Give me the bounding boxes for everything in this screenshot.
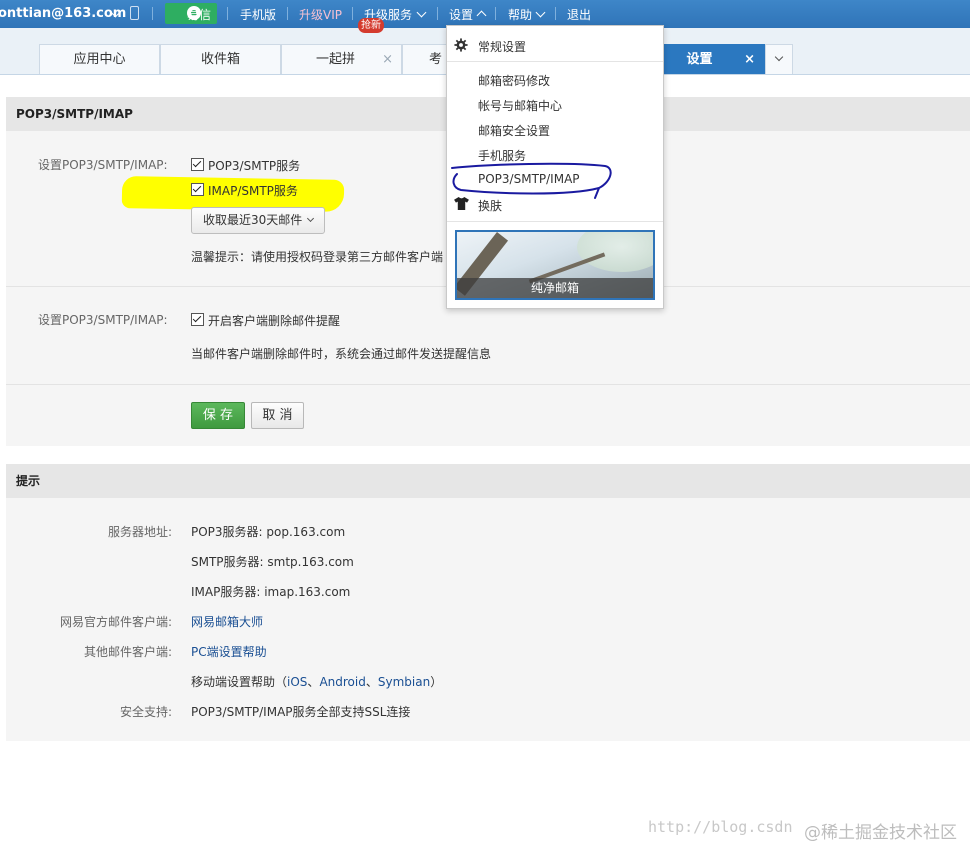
menu-item-general-settings[interactable]: 常规设置: [478, 38, 526, 55]
menu-item-password[interactable]: 邮箱密码修改: [478, 72, 550, 89]
pc-setup-help-link[interactable]: PC端设置帮助: [191, 643, 267, 660]
delete-notify-label: 开启客户端删除邮件提醒: [208, 314, 341, 328]
tips-panel: 提示: [6, 464, 970, 741]
symbian-help-link[interactable]: Symbian: [378, 675, 430, 689]
imap-server: IMAP服务器: imap.163.com: [191, 585, 351, 599]
tab-app-center[interactable]: 应用中心: [39, 44, 160, 74]
pop3-option-label: POP3/SMTP服务: [208, 159, 301, 173]
blog-watermark: http://blog.csdn: [648, 818, 793, 836]
tab-label: 考: [429, 52, 443, 67]
yixin-button[interactable]: 易信: [165, 3, 217, 24]
pop3-checkbox[interactable]: [191, 158, 204, 171]
top-bar: onttian@163.com 易信 手机版 升级VIP 升级服务 设置 帮助 …: [0, 0, 970, 28]
separator: [437, 7, 438, 20]
separator: [152, 7, 153, 20]
fetch-range-value: 收取最近30天邮件: [203, 213, 303, 227]
list-separator: 、: [365, 675, 378, 689]
setting-label: 设置POP3/SMTP/IMAP:: [38, 158, 168, 172]
menu-divider: [447, 61, 663, 62]
delete-notify-description: 当邮件客户端删除邮件时，系统会通过邮件发送提醒信息: [191, 347, 492, 361]
skin-caption: 纯净邮箱: [457, 278, 653, 298]
tab-label: 收件箱: [200, 52, 240, 67]
close-icon[interactable]: ×: [744, 45, 755, 75]
mobile-version-link[interactable]: 手机版: [240, 6, 276, 23]
other-client-label: 其他邮件客户端:: [84, 645, 173, 659]
separator: [227, 7, 228, 20]
separator: [287, 7, 288, 20]
menu-divider: [447, 221, 663, 222]
logout-link[interactable]: 退出: [567, 6, 591, 23]
server-address-label: 服务器地址:: [108, 525, 173, 539]
official-client-label: 网易官方邮件客户端:: [60, 615, 173, 629]
user-account[interactable]: onttian@163.com: [0, 6, 126, 21]
gear-icon: [454, 38, 468, 52]
skin-foliage: [577, 232, 653, 272]
security-support-label: 安全支持:: [120, 705, 173, 719]
yixin-label: 易信: [187, 8, 212, 22]
mail-master-link[interactable]: 网易邮箱大师: [191, 613, 263, 630]
menu-item-account-center[interactable]: 帐号与邮箱中心: [478, 97, 562, 114]
skin-thumbnail[interactable]: 纯净邮箱: [455, 230, 655, 300]
smtp-server: SMTP服务器: smtp.163.com: [191, 555, 354, 569]
menu-item-security[interactable]: 邮箱安全设置: [478, 122, 550, 139]
security-support-value: POP3/SMTP/IMAP服务全部支持SSL连接: [191, 705, 411, 719]
mobile-help-suffix: ）: [430, 675, 443, 689]
hand-drawn-circle-annotation: [451, 162, 612, 199]
cancel-button[interactable]: 取 消: [251, 402, 304, 429]
fetch-range-select[interactable]: 收取最近30天邮件: [191, 207, 325, 234]
separator: [555, 7, 556, 20]
ios-help-link[interactable]: iOS: [287, 675, 307, 689]
imap-option-label: IMAP/SMTP服务: [208, 184, 298, 198]
community-watermark: @稀土掘金技术社区: [804, 823, 957, 843]
close-icon[interactable]: ×: [382, 45, 393, 75]
delete-notify-checkbox[interactable]: [191, 313, 204, 326]
help-menu[interactable]: 帮助: [508, 6, 532, 23]
tab-label: 应用中心: [73, 52, 126, 67]
tab-group-buy[interactable]: 一起拼 ×: [281, 44, 402, 74]
new-badge: 抢新: [358, 18, 384, 33]
list-separator: 、: [307, 675, 320, 689]
tab-label: 一起拼: [315, 52, 355, 67]
separator: [495, 7, 496, 20]
panel-title: 提示: [6, 464, 970, 498]
help-chevron-down-icon[interactable]: [535, 7, 546, 18]
mobile-phone-icon[interactable]: [130, 6, 139, 20]
save-button[interactable]: 保 存: [191, 402, 245, 429]
imap-checkbox[interactable]: [191, 183, 204, 196]
setting-label: 设置POP3/SMTP/IMAP:: [38, 313, 168, 327]
android-help-link[interactable]: Android: [319, 675, 365, 689]
tab-inbox[interactable]: 收件箱: [160, 44, 281, 74]
upgrade-vip-link[interactable]: 升级VIP: [299, 6, 342, 23]
settings-menu[interactable]: 设置: [449, 6, 473, 23]
mobile-help-prefix: 移动端设置帮助（: [191, 675, 288, 689]
separator: [352, 7, 353, 20]
tab-label: 设置: [686, 52, 713, 67]
divider: [6, 384, 970, 385]
upgrade-chevron-down-icon[interactable]: [416, 7, 427, 18]
pop3-server: POP3服务器: pop.163.com: [191, 525, 346, 539]
auth-code-hint: 温馨提示：请使用授权码登录第三方邮件客户端: [191, 250, 444, 264]
tab-more-chevron-down-icon[interactable]: [765, 44, 793, 74]
mobile-setup-help: 移动端设置帮助（iOS、Android、Symbian）: [191, 673, 442, 690]
settings-chevron-up-icon[interactable]: [476, 10, 487, 21]
